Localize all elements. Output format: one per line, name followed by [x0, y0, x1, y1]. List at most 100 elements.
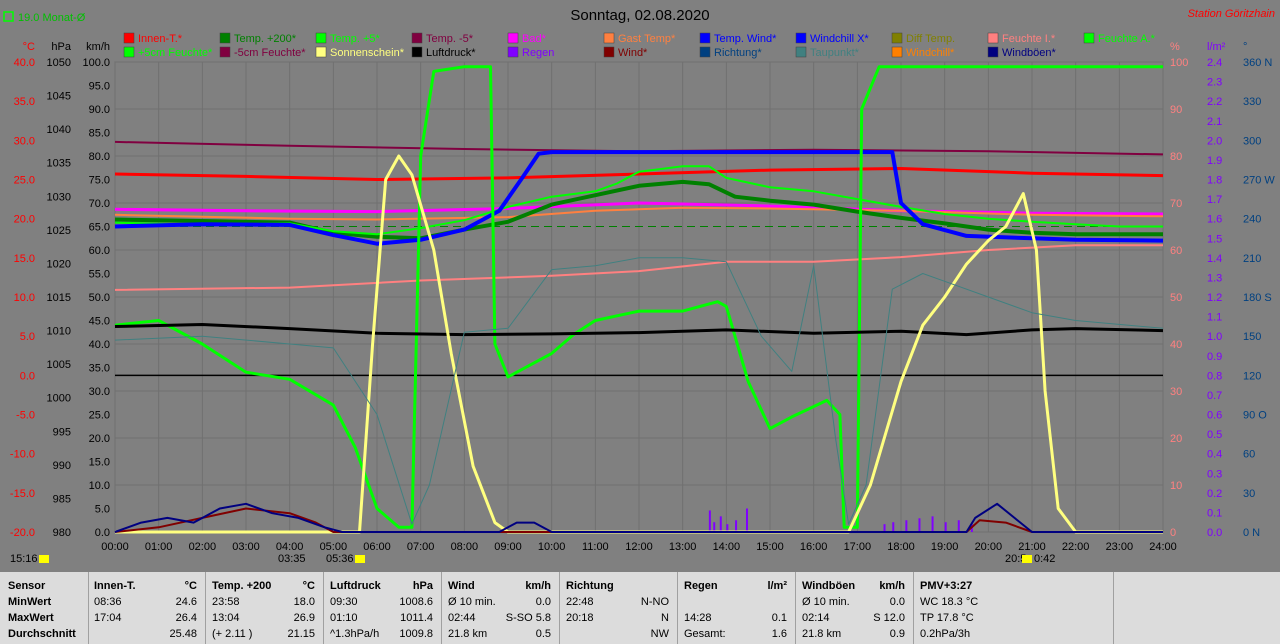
direction-axis-tick: 90 O	[1243, 410, 1267, 422]
kmh-axis-tick: 20.0	[89, 433, 110, 445]
legend-label: Luftdruck*	[426, 47, 476, 59]
table-cell-row: 21.8 km 0.9	[796, 626, 913, 642]
celsius-axis-unit: °C	[23, 41, 35, 53]
direction-axis-tick: 0 N	[1243, 527, 1260, 539]
table-cell-left: 08:36	[94, 596, 122, 608]
hpa-axis-tick: 1015	[47, 292, 71, 304]
table-column: Regen l/m² 14:28 0.1 Gesamt: 1.6	[678, 572, 796, 644]
table-cell-left: 02:44	[448, 612, 476, 624]
table-cell-right: °C	[184, 580, 197, 592]
legend-label: Windchill X*	[810, 33, 869, 45]
rain-axis-tick: 0.3	[1207, 468, 1222, 480]
legend-label: Diff Temp.	[906, 33, 955, 45]
hpa-axis-tick: 1010	[47, 326, 71, 338]
celsius-axis-tick: 40.0	[14, 57, 35, 69]
table-column: Temp. +200 °C 23:58 18.0 13:04 26.9 (+ 2.11 ) 2…	[206, 572, 324, 644]
table-cell-row: 14:28 0.1	[678, 610, 795, 626]
table-cell-right: km/h	[525, 580, 551, 592]
table-cell-left: 20:18	[566, 612, 594, 624]
table-cell-right: 1011.4	[400, 612, 433, 624]
hpa-axis-tick: 1050	[47, 57, 71, 69]
celsius-axis-tick: -5.0	[16, 410, 35, 422]
time-tick: 11:00	[582, 541, 609, 553]
percent-axis-tick: 60	[1170, 245, 1182, 257]
legend-swatch	[699, 46, 711, 58]
kmh-axis-tick: 0.0	[95, 527, 110, 539]
legend-swatch	[987, 46, 999, 58]
table-cell-left: Gesamt:	[684, 628, 726, 640]
table-cell-row: PMV+3:27	[914, 578, 1113, 594]
legend-swatch	[219, 32, 231, 44]
table-cell-left: 01:10	[330, 612, 358, 624]
table-cell-left: Wind	[448, 580, 475, 592]
table-cell-right: 21.15	[287, 628, 315, 640]
table-cell-row: 0.2hPa/3h	[914, 626, 1113, 642]
sunset-icon	[1022, 555, 1032, 563]
rain-axis-tick: 2.1	[1207, 116, 1222, 128]
time-tick: 10:00	[538, 541, 566, 553]
kmh-axis-tick: 70.0	[89, 198, 110, 210]
time-tick: 22:00	[1062, 541, 1090, 553]
legend-swatch	[603, 46, 615, 58]
kmh-axis-tick: 90.0	[89, 104, 110, 116]
rain-axis-tick: 0.4	[1207, 449, 1222, 461]
sunrise-label-1: 03:35	[278, 553, 306, 565]
table-cell-left: Windböen	[802, 580, 856, 592]
legend-label: Temp. +200*	[234, 33, 297, 45]
legend-swatch	[219, 46, 231, 58]
table-cell-right: 0.0	[535, 596, 551, 608]
rain-axis-tick: 2.2	[1207, 96, 1222, 108]
table-cell-left: Ø 10 min.	[448, 596, 496, 608]
time-tick: 17:00	[844, 541, 872, 553]
time-tick: 02:00	[189, 541, 217, 553]
table-cell-left: ^1.3hPa/h	[330, 628, 380, 640]
table-column: Windböen km/h Ø 10 min. 0.0 02:14 S 12.0 21.8 …	[796, 572, 914, 644]
legend-label: Regen	[522, 47, 554, 59]
legend-swatch	[507, 46, 519, 58]
hpa-axis-tick: 1030	[47, 191, 71, 203]
kmh-axis-unit: km/h	[86, 41, 110, 53]
sunrise-icon	[355, 555, 365, 563]
rain-axis-tick: 1.4	[1207, 253, 1222, 265]
rain-bar	[719, 516, 722, 532]
percent-axis-tick: 90	[1170, 104, 1182, 116]
celsius-axis-tick: 15.0	[14, 253, 35, 265]
table-column: Wind km/h Ø 10 min. 0.0 02:44 S-SO 5.8 21.8 km…	[442, 572, 560, 644]
table-row-label: Sensor	[8, 580, 46, 592]
celsius-axis-tick: 30.0	[14, 135, 35, 147]
table-cell-row: Ø 10 min. 0.0	[796, 594, 913, 610]
rain-axis-unit: l/m²	[1207, 41, 1226, 53]
time-tick: 20:00	[975, 541, 1003, 553]
time-tick: 16:00	[800, 541, 828, 553]
table-cell-row: 02:44 S-SO 5.8	[442, 610, 559, 626]
time-tick: 09:00	[494, 541, 522, 553]
legend-label: +5cm Feuchte*	[138, 47, 213, 59]
table-cell-left: TP 17.8 °C	[920, 612, 974, 624]
table-column: Luftdruck hPa 09:30 1008.6 01:10 1011.4 ^1.3hP…	[324, 572, 442, 644]
sunrise-label-2: 05:36	[326, 553, 354, 565]
kmh-axis-tick: 100.0	[82, 57, 110, 69]
legend-label: Windböen*	[1002, 47, 1057, 59]
percent-axis-unit: %	[1170, 41, 1180, 53]
hpa-axis-tick: 1025	[47, 225, 71, 237]
time-tick: 06:00	[363, 541, 391, 553]
table-cell-left: 22:48	[566, 596, 594, 608]
hpa-axis-tick: 990	[53, 460, 71, 472]
celsius-axis-tick: -15.0	[10, 488, 35, 500]
rain-axis-tick: 1.6	[1207, 214, 1222, 226]
rain-bar	[883, 524, 886, 532]
rain-axis-tick: 1.9	[1207, 155, 1222, 167]
rain-axis-tick: 0.1	[1207, 507, 1222, 519]
rain-bar	[957, 520, 960, 532]
table-cell-row: 09:30 1008.6	[324, 594, 441, 610]
direction-axis-tick: 330	[1243, 96, 1261, 108]
table-cell-row: 17:04 26.4	[88, 610, 205, 626]
celsius-axis-tick: -10.0	[10, 449, 35, 461]
direction-axis-tick: 360 N	[1243, 57, 1272, 69]
table-cell-right: S-SO 5.8	[505, 612, 551, 624]
legend-swatch	[891, 32, 903, 44]
table-cell-left: 02:14	[802, 612, 830, 624]
table-cell-right: 0.1	[771, 612, 787, 624]
direction-axis-tick: 240	[1243, 214, 1261, 226]
direction-axis-tick: 150	[1243, 331, 1261, 343]
